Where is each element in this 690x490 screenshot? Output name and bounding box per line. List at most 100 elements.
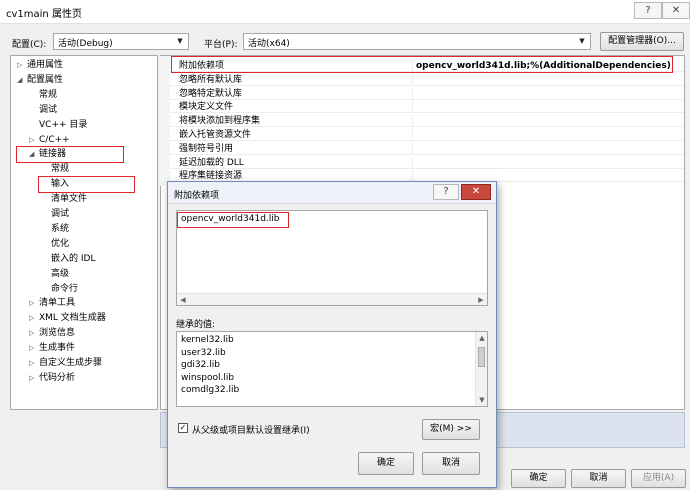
tree-item[interactable]: ▷ C/C++ [29, 133, 70, 147]
title-bar: cv1main 属性页 ? ✕ [0, 0, 690, 24]
grid-margin [160, 56, 170, 186]
macro-button[interactable]: 宏(M) >> [422, 419, 480, 440]
scroll-right-icon[interactable]: ▶ [475, 294, 487, 306]
inherit-checkbox-label[interactable]: 从父级或项目默认设置继承(I) [192, 423, 310, 436]
inherited-vertical-scrollbar[interactable]: ▲ ▼ [475, 332, 487, 406]
tree-item[interactable]: ▷ 生成事件 [29, 341, 75, 355]
property-row[interactable]: 嵌入托管资源文件 [161, 129, 684, 141]
dialog-help-button[interactable]: ? [433, 184, 459, 200]
platform-combobox[interactable]: 活动(x64) ▼ [243, 33, 591, 50]
tree-item[interactable]: 常规 [41, 162, 69, 176]
tree-item[interactable]: ▷ 清单工具 [29, 296, 75, 310]
property-row[interactable]: 将模块添加到程序集 [161, 115, 684, 128]
tree-item[interactable]: ▷ 自定义生成步骤 [29, 356, 102, 370]
checkmark-icon: ✓ [179, 423, 187, 432]
tree-item[interactable]: 优化 [41, 237, 69, 251]
inherited-label: 继承的值: [176, 320, 216, 330]
property-row[interactable]: 延迟加载的 DLL [161, 156, 684, 169]
inherit-checkbox[interactable]: ✓ [178, 423, 188, 433]
tree-item[interactable]: 常规 [29, 88, 57, 102]
inherited-value: winspool.lib [181, 372, 235, 383]
tree-item-label: 生成事件 [39, 343, 76, 354]
tree-item-label: 系统 [51, 223, 70, 234]
tree-item[interactable]: 调试 [29, 103, 57, 117]
expand-arrow-icon[interactable]: ▷ [29, 311, 39, 325]
column-divider [412, 156, 413, 169]
property-name: 延迟加载的 DLL [179, 157, 244, 168]
tree-item[interactable]: ▷ XML 文档生成器 [29, 311, 106, 325]
highlight-edit-value [177, 212, 289, 228]
tree-item[interactable]: ▷ 代码分析 [29, 371, 75, 385]
property-row[interactable]: 忽略所有默认库 [161, 73, 684, 86]
expand-arrow-icon[interactable]: ▷ [17, 58, 27, 72]
tree-item[interactable]: ◢ 配置属性 [17, 73, 63, 87]
property-name: 忽略所有默认库 [179, 74, 243, 85]
inherited-value: kernel32.lib [181, 335, 234, 345]
column-divider [412, 129, 413, 141]
expand-arrow-icon[interactable]: ▷ [29, 296, 39, 310]
tree-item[interactable]: 系统 [41, 222, 69, 236]
ok-button[interactable]: 确定 [511, 469, 566, 488]
scroll-left-icon[interactable]: ◀ [177, 294, 189, 306]
property-name: 嵌入托管资源文件 [179, 130, 252, 140]
highlight-additional-deps [171, 56, 673, 73]
tree-item[interactable]: ▷ 浏览信息 [29, 326, 75, 340]
dialog-close-button[interactable]: ✕ [461, 184, 491, 200]
chevron-down-icon: ▼ [177, 37, 183, 45]
property-row[interactable]: 忽略特定默认库 [161, 87, 684, 100]
expand-arrow-icon[interactable]: ▷ [29, 341, 39, 355]
help-icon: ? [443, 186, 449, 197]
window-title: cv1main 属性页 [6, 9, 82, 20]
help-button[interactable]: ? [634, 2, 662, 19]
property-name: 将模块添加到程序集 [179, 116, 261, 127]
tree-item[interactable]: 高级 [41, 267, 69, 281]
property-row[interactable]: 强制符号引用 [161, 142, 684, 155]
tree-item-label: 浏览信息 [39, 328, 76, 339]
dialog-cancel-button[interactable]: 取消 [422, 452, 480, 475]
tree-item[interactable]: 调试 [41, 207, 69, 221]
tree-item-label: 常规 [39, 89, 58, 100]
column-divider [412, 115, 413, 128]
property-name: 强制符号引用 [179, 143, 234, 154]
tree-item-label: VC++ 目录 [39, 119, 88, 130]
tree-item[interactable]: 清单文件 [41, 192, 87, 206]
config-label: 配置(C): [12, 40, 47, 50]
tree-item[interactable]: 嵌入的 IDL [41, 252, 95, 266]
config-value: 活动(Debug) [58, 39, 113, 49]
column-divider [412, 101, 413, 114]
close-button[interactable]: ✕ [662, 2, 690, 19]
scroll-up-icon[interactable]: ▲ [476, 332, 487, 344]
property-row[interactable]: 模块定义文件 [161, 101, 684, 114]
tree-item[interactable]: VC++ 目录 [29, 118, 87, 132]
column-divider [412, 73, 413, 86]
collapse-arrow-icon[interactable]: ◢ [17, 73, 27, 87]
property-tree: ▷ 通用属性 ◢ 配置属性 常规 调试 VC++ 目录 ▷ C/C++ ◢ 链接器 常规 输入 清单文件调… [10, 55, 158, 410]
config-manager-button[interactable]: 配置管理器(O)... [600, 32, 684, 51]
editor-horizontal-scrollbar[interactable]: ◀ ▶ [177, 293, 487, 305]
scroll-thumb[interactable] [478, 347, 485, 367]
tree-item-label: 命令行 [51, 283, 79, 294]
tree-item-label: 嵌入的 IDL [51, 253, 96, 264]
tree-item[interactable]: ▷ 通用属性 [17, 58, 63, 72]
cancel-button[interactable]: 取消 [571, 469, 626, 488]
tree-item-label: 清单文件 [51, 194, 88, 205]
tree-item-label: 自定义生成步骤 [39, 358, 103, 368]
scroll-down-icon[interactable]: ▼ [476, 394, 487, 406]
inherited-value: user32.lib [181, 347, 226, 358]
apply-button[interactable]: 应用(A) [631, 469, 686, 488]
expand-arrow-icon[interactable]: ▷ [29, 356, 39, 370]
expand-arrow-icon[interactable]: ▷ [29, 326, 39, 340]
dialog-title-bar: 附加依赖项 ? ✕ [168, 182, 496, 204]
expand-arrow-icon[interactable]: ▷ [29, 133, 39, 147]
tree-item-label: 配置属性 [27, 74, 64, 85]
dialog-ok-button[interactable]: 确定 [358, 452, 414, 475]
tree-item[interactable]: 命令行 [41, 282, 78, 296]
tree-item-label: 调试 [39, 104, 58, 115]
inherited-value: comdlg32.lib [181, 385, 240, 395]
highlight-linker [16, 146, 124, 163]
help-icon: ? [645, 5, 651, 16]
expand-arrow-icon[interactable]: ▷ [29, 371, 39, 385]
platform-label: 平台(P): [204, 40, 238, 50]
config-combobox[interactable]: 活动(Debug) ▼ [53, 33, 189, 50]
close-icon: ✕ [671, 5, 681, 16]
